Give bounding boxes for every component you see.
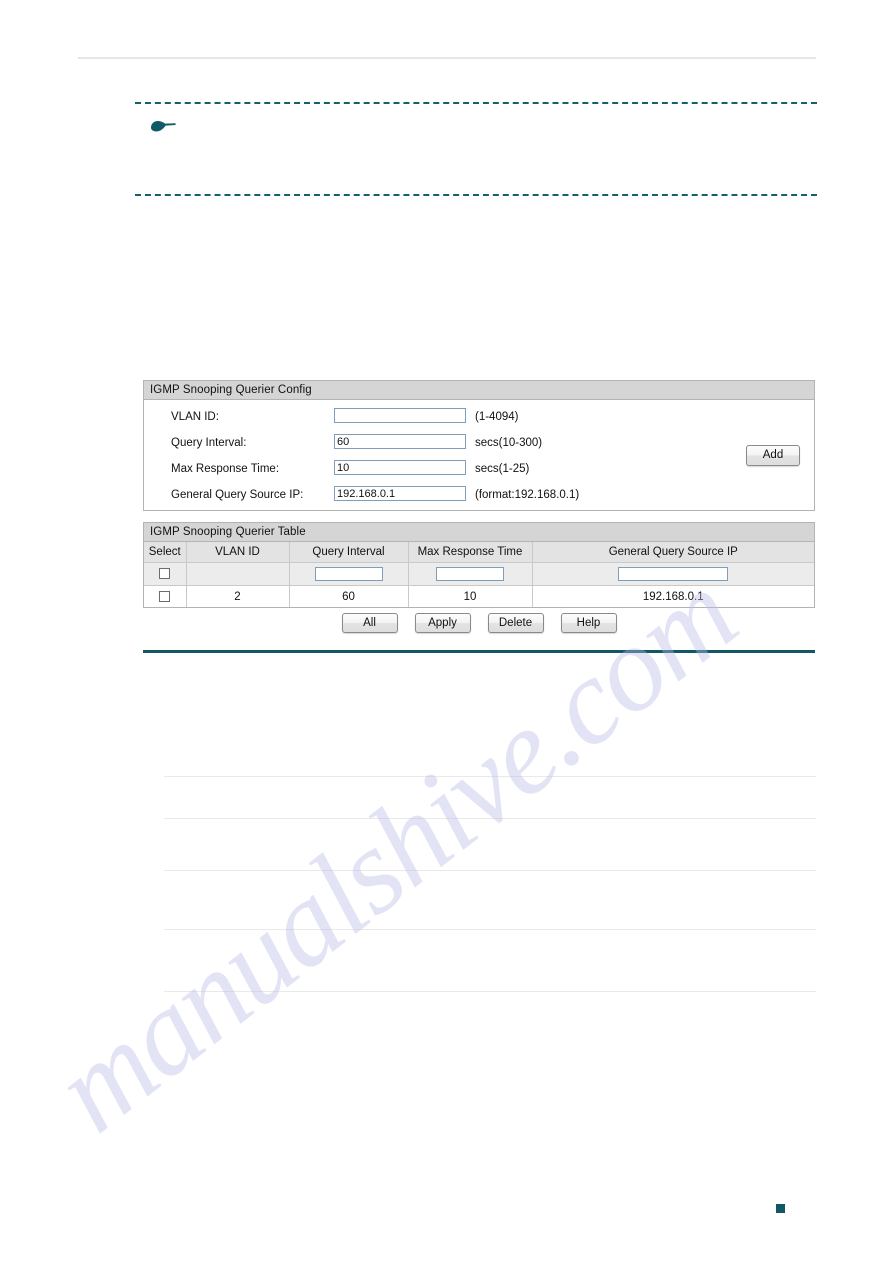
query-interval-label: Query Interval: bbox=[171, 437, 247, 449]
page-corner-marker bbox=[776, 1204, 785, 1213]
page-header-rule bbox=[78, 57, 816, 59]
max-response-time-label: Max Response Time: bbox=[171, 463, 280, 475]
filter-source-ip-input[interactable] bbox=[618, 567, 729, 581]
row-cell-source-ip: 192.168.0.1 bbox=[532, 585, 814, 607]
config-panel-title: IGMP Snooping Querier Config bbox=[144, 381, 814, 400]
filter-cell-query-interval bbox=[289, 562, 409, 586]
add-button[interactable]: Add bbox=[746, 445, 800, 466]
column-header-max-response-time: Max Response Time bbox=[408, 542, 533, 563]
max-response-time-input[interactable] bbox=[334, 460, 466, 475]
row-cell-query-interval: 60 bbox=[289, 585, 409, 607]
igmp-querier-config-panel: IGMP Snooping Querier Config VLAN ID: (1… bbox=[143, 380, 815, 511]
delete-button[interactable]: Delete bbox=[487, 613, 544, 633]
vlan-id-label: VLAN ID: bbox=[171, 411, 219, 423]
section-divider-rule bbox=[143, 650, 815, 653]
query-interval-hint: secs(10-300) bbox=[475, 437, 543, 449]
config-row-source-ip: General Query Source IP: (format:192.168… bbox=[144, 486, 814, 507]
config-row-vlan-id: VLAN ID: (1-4094) bbox=[144, 408, 814, 429]
filter-cell-vlan-id bbox=[186, 562, 290, 586]
table-action-buttons: All Apply Delete Help bbox=[143, 613, 815, 635]
filter-query-interval-input[interactable] bbox=[314, 567, 383, 581]
doc-table-rule bbox=[164, 929, 816, 930]
table-panel-title: IGMP Snooping Querier Table bbox=[144, 523, 814, 542]
row-select-checkbox[interactable] bbox=[159, 590, 171, 602]
general-query-source-ip-hint: (format:192.168.0.1) bbox=[475, 489, 580, 501]
filter-cell-max-response-time bbox=[408, 562, 533, 586]
note-bottom-border bbox=[135, 194, 817, 196]
row-cell-vlan-id: 2 bbox=[186, 585, 290, 607]
pointing-hand-icon bbox=[148, 116, 188, 138]
filter-row-checkbox[interactable] bbox=[159, 568, 171, 580]
column-header-query-interval: Query Interval bbox=[289, 542, 409, 563]
vlan-id-input[interactable] bbox=[334, 408, 466, 423]
note-callout bbox=[135, 102, 817, 196]
column-header-select: Select bbox=[144, 542, 187, 563]
note-top-border bbox=[135, 102, 817, 104]
doc-table-rule bbox=[164, 991, 816, 992]
row-cell-max-response-time: 10 bbox=[408, 585, 533, 607]
filter-cell-select bbox=[144, 562, 187, 586]
row-cell-select bbox=[144, 585, 187, 607]
table-filter-row bbox=[144, 562, 814, 586]
igmp-querier-table: Select VLAN ID Query Interval Max Respon… bbox=[144, 542, 814, 607]
filter-max-response-time-input[interactable] bbox=[436, 567, 504, 581]
watermark-text: manualshive.com bbox=[30, 546, 760, 1158]
doc-table-rule bbox=[164, 776, 816, 777]
doc-table-rule bbox=[164, 818, 816, 819]
table-row: 2 60 10 192.168.0.1 bbox=[144, 585, 814, 607]
config-row-max-response-time: Max Response Time: secs(1-25) bbox=[144, 460, 814, 481]
help-button[interactable]: Help bbox=[560, 613, 617, 633]
vlan-id-hint: (1-4094) bbox=[475, 411, 519, 423]
general-query-source-ip-input[interactable] bbox=[334, 486, 466, 501]
igmp-querier-table-panel: IGMP Snooping Querier Table Select VLAN … bbox=[143, 522, 815, 608]
filter-cell-source-ip bbox=[532, 562, 814, 586]
query-interval-input[interactable] bbox=[334, 434, 466, 449]
doc-table-rule bbox=[164, 870, 816, 871]
max-response-time-hint: secs(1-25) bbox=[475, 463, 530, 475]
column-header-general-query-source-ip: General Query Source IP bbox=[532, 542, 814, 563]
general-query-source-ip-label: General Query Source IP: bbox=[171, 489, 304, 501]
note-text bbox=[205, 114, 809, 188]
apply-button[interactable]: Apply bbox=[414, 613, 471, 633]
column-header-vlan-id: VLAN ID bbox=[186, 542, 290, 563]
config-row-query-interval: Query Interval: secs(10-300) bbox=[144, 434, 814, 455]
all-button[interactable]: All bbox=[341, 613, 398, 633]
table-header-row: Select VLAN ID Query Interval Max Respon… bbox=[144, 542, 814, 563]
config-rows: VLAN ID: (1-4094) Query Interval: secs(1… bbox=[144, 400, 814, 510]
